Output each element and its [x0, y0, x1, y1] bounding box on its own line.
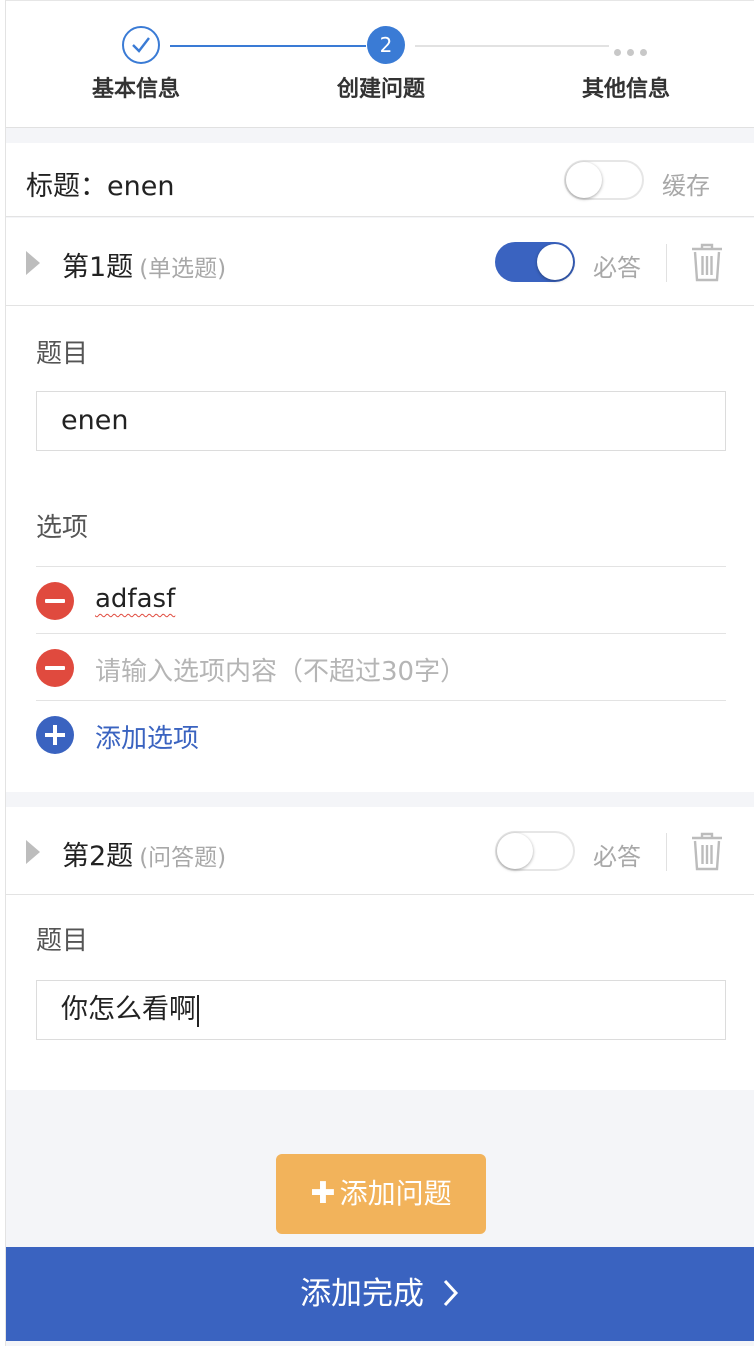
- question-1-required-label: 必答: [593, 254, 641, 282]
- question-2-title: 第2题 (问答题): [62, 834, 226, 873]
- finish-label: 添加完成: [300, 1276, 425, 1312]
- remove-option-2-minus-icon[interactable]: [36, 649, 74, 687]
- question-1-body: 题目 enen 选项 adfasf 请输入选项内容（不超过30字） 添加选项: [6, 306, 754, 792]
- step-3-pending-icon: [614, 41, 653, 60]
- divider: [666, 833, 667, 871]
- toggle-knob: [566, 162, 602, 198]
- toggle-knob: [537, 244, 573, 280]
- question-2-required-label: 必答: [593, 843, 641, 871]
- finish-button[interactable]: 添加完成: [6, 1247, 754, 1341]
- add-question-button[interactable]: ✚ 添加问题: [276, 1154, 486, 1234]
- text-cursor: [197, 994, 199, 1027]
- step-connector-2: [415, 45, 609, 47]
- step-1-check-icon: [122, 26, 160, 64]
- question-1-subject-input[interactable]: enen: [36, 391, 726, 451]
- step-2-label: 创建问题: [336, 77, 425, 102]
- question-2-subject-label: 题目: [36, 926, 89, 956]
- step-indicator: 2 基本信息 创建问题 其他信息: [6, 0, 754, 128]
- cache-label: 缓存: [662, 172, 710, 200]
- step-2-number-badge: 2: [367, 26, 405, 64]
- question-1-required-toggle[interactable]: [495, 242, 575, 282]
- question-2-number: 第2题: [62, 841, 134, 872]
- question-1-number: 第1题: [62, 252, 134, 283]
- survey-title-label: 标题：: [26, 171, 107, 202]
- question-2-header[interactable]: 第2题 (问答题) 必答: [6, 807, 754, 895]
- option-2-input[interactable]: 请输入选项内容（不超过30字）: [95, 651, 466, 688]
- delete-question-2-trash-icon[interactable]: [690, 831, 724, 875]
- step-3-label: 其他信息: [581, 77, 670, 102]
- divider: [666, 244, 667, 282]
- add-option-row[interactable]: 添加选项: [36, 700, 726, 767]
- plus-icon: ✚: [310, 1176, 336, 1211]
- cache-toggle[interactable]: [564, 160, 644, 200]
- expand-caret-icon[interactable]: [26, 251, 40, 275]
- step-connector-1: [170, 45, 366, 47]
- question-1-type: (单选题): [139, 256, 227, 282]
- app-frame: 2 基本信息 创建问题 其他信息 标题：enen 缓存 第1题 (单选题) 必答 …: [6, 0, 754, 1346]
- question-2-subject-input[interactable]: 你怎么看啊: [36, 980, 726, 1040]
- question-2-body: 题目 你怎么看啊: [6, 895, 754, 1090]
- option-1-value: adfasf: [95, 584, 176, 614]
- step-1-label: 基本信息: [91, 77, 180, 102]
- add-option-link[interactable]: 添加选项: [95, 718, 199, 755]
- toggle-knob: [497, 833, 533, 869]
- chevron-right-icon: [443, 1279, 458, 1306]
- question-2-type: (问答题): [139, 845, 227, 871]
- expand-caret-icon[interactable]: [26, 840, 40, 864]
- survey-title-row: 标题：enen 缓存: [6, 143, 754, 217]
- question-1-header[interactable]: 第1题 (单选题) 必答: [6, 218, 754, 306]
- add-question-label: 添加问题: [339, 1177, 452, 1210]
- option-row-1: adfasf: [36, 566, 726, 633]
- delete-question-1-trash-icon[interactable]: [690, 242, 724, 286]
- question-1-title: 第1题 (单选题): [62, 245, 226, 284]
- option-1-input[interactable]: adfasf: [95, 584, 175, 614]
- question-2-required-toggle[interactable]: [495, 831, 575, 871]
- option-row-2: 请输入选项内容（不超过30字）: [36, 633, 726, 700]
- question-2-subject-value: 你怎么看啊: [61, 994, 196, 1025]
- survey-title-value: enen: [107, 171, 175, 202]
- add-option-plus-icon[interactable]: [36, 716, 74, 754]
- remove-option-1-minus-icon[interactable]: [36, 582, 74, 620]
- survey-title: 标题：enen: [26, 164, 174, 203]
- question-1-options-label: 选项: [36, 513, 89, 543]
- question-1-subject-label: 题目: [36, 339, 89, 369]
